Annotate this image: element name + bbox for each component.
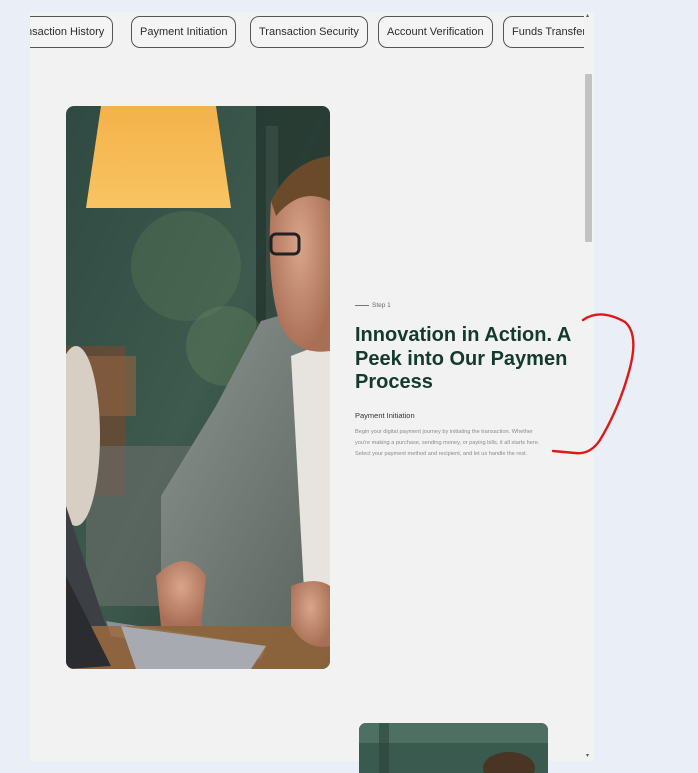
section-description: Begin your digital payment journey by in…	[355, 429, 540, 457]
tab-account-verification[interactable]: Account Verification	[378, 16, 493, 48]
scroll-up-arrow-icon[interactable]: ▴	[586, 12, 589, 19]
tab-transaction-history[interactable]: nsaction History	[30, 16, 114, 48]
tab-transaction-security[interactable]: Transaction Security	[250, 16, 368, 48]
scrollbar-thumb[interactable]	[585, 74, 592, 242]
tab-funds-transfer[interactable]: Funds Transfer	[503, 16, 584, 48]
section-headline: Innovation in Action. A Peek into Our Pa…	[355, 324, 572, 393]
step-text: Step 1	[372, 302, 391, 309]
section-subtitle: Payment Initiation	[355, 411, 415, 420]
step-label: Step 1	[355, 302, 391, 309]
hero-photo-businessman-laptop	[66, 106, 330, 669]
tab-payment-initiation[interactable]: Payment Initiation	[131, 16, 237, 48]
step-divider	[355, 305, 369, 306]
scroll-down-arrow-icon[interactable]: ▾	[586, 752, 589, 759]
secondary-photo	[359, 723, 548, 773]
tab-bar: nsaction History Payment Initiation Tran…	[30, 16, 584, 50]
